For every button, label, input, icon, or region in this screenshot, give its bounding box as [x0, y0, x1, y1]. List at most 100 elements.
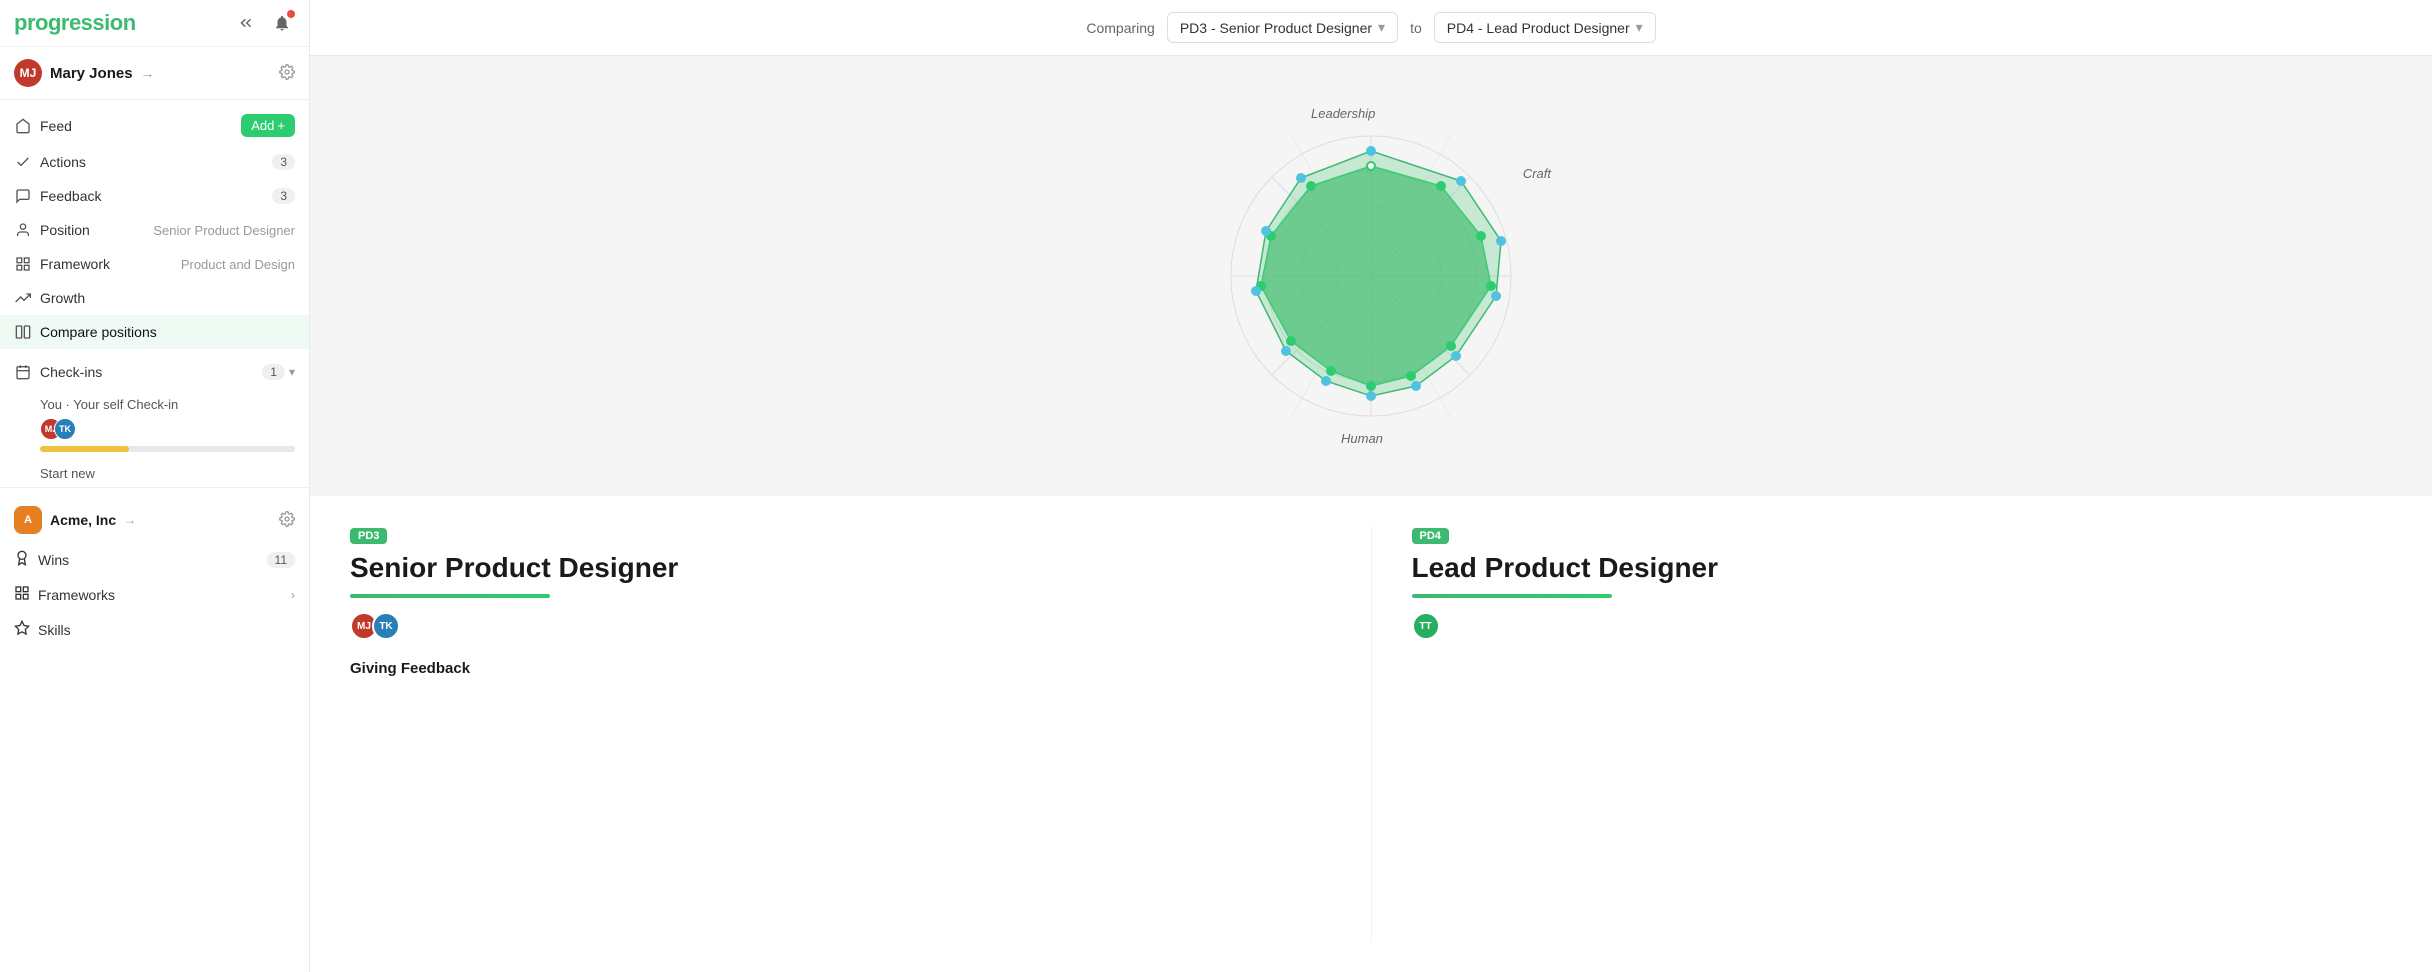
company-chevron-icon: →	[124, 513, 136, 527]
comparison-col-left: PD3 Senior Product Designer MJ TK Giving…	[350, 526, 1371, 942]
checkins-icon	[14, 363, 32, 381]
top-bar: Comparing PD3 - Senior Product Designer …	[310, 0, 2432, 56]
checkins-section: Check-ins 1 ▾ You · Your self Check-in M…	[0, 355, 309, 487]
checkins-header[interactable]: Check-ins 1 ▾	[0, 355, 309, 389]
right-position-progress	[1412, 594, 1612, 598]
left-avatar-2: TK	[372, 612, 400, 640]
right-position-title: Lead Product Designer	[1412, 552, 2393, 584]
position-label: Position	[40, 222, 90, 238]
radar-label-leadership: Leadership	[1311, 106, 1375, 121]
skills-label: Skills	[38, 622, 71, 638]
sidebar-item-framework[interactable]: Framework Product and Design	[0, 247, 309, 281]
right-select-value: PD4 - Lead Product Designer	[1447, 20, 1630, 36]
left-select-value: PD3 - Senior Product Designer	[1180, 20, 1372, 36]
sidebar-item-feedback[interactable]: Feedback 3	[0, 179, 309, 213]
user-settings-icon[interactable]	[279, 64, 295, 83]
radar-label-craft: Craft	[1523, 166, 1551, 181]
radar-label-human: Human	[1341, 431, 1383, 446]
growth-icon	[14, 289, 32, 307]
company-name: Acme, Inc	[50, 512, 116, 528]
company-nav-skills[interactable]: Skills	[0, 612, 309, 647]
left-position-progress	[350, 594, 550, 598]
radar-svg	[1181, 86, 1561, 466]
left-select-chevron-icon: ▾	[1378, 19, 1385, 36]
checkin-title: You · Your self Check-in	[40, 397, 295, 412]
user-section[interactable]: MJ Mary Jones →	[0, 47, 309, 100]
position-sub-label: Senior Product Designer	[153, 223, 295, 238]
right-avatar-1: TT	[1412, 612, 1440, 640]
position-icon	[14, 221, 32, 239]
checkin-avatars: MJ TK	[40, 418, 295, 440]
sidebar-item-actions[interactable]: Actions 3	[0, 145, 309, 179]
wins-badge: 11	[267, 552, 295, 568]
feedback-icon	[14, 187, 32, 205]
logo-text: progression	[14, 10, 136, 36]
left-position-title: Senior Product Designer	[350, 552, 1331, 584]
growth-label: Growth	[40, 290, 85, 306]
user-name: Mary Jones	[50, 65, 133, 82]
checkin-progress-bg	[40, 446, 295, 452]
actions-icon	[14, 153, 32, 171]
actions-badge: 3	[272, 154, 295, 170]
right-select-chevron-icon: ▾	[1636, 19, 1643, 36]
right-level-badge: PD4	[1412, 528, 1449, 544]
framework-icon	[14, 255, 32, 273]
nav-section: Feed Add + Actions 3	[0, 100, 309, 355]
wins-icon	[14, 550, 30, 569]
avatar: MJ	[14, 59, 42, 87]
skills-icon	[14, 620, 30, 639]
user-info: MJ Mary Jones →	[14, 59, 155, 87]
framework-sub-label: Product and Design	[181, 257, 295, 272]
add-button[interactable]: Add +	[241, 114, 295, 137]
framework-label: Framework	[40, 256, 110, 272]
company-settings-icon[interactable]	[279, 511, 295, 530]
wins-label: Wins	[38, 552, 69, 568]
logo: progression	[14, 10, 136, 36]
sidebar-item-feed[interactable]: Feed Add +	[0, 106, 309, 145]
sidebar-header-icons	[233, 10, 295, 36]
checkins-label: Check-ins	[40, 364, 102, 380]
left-position-avatars: MJ TK	[350, 612, 1331, 640]
compare-icon	[14, 323, 32, 341]
left-level-badge: PD3	[350, 528, 387, 544]
feed-icon	[14, 117, 32, 135]
feedback-label: Feedback	[40, 188, 101, 204]
frameworks-chevron-icon: ›	[291, 588, 295, 602]
comparing-label: Comparing	[1086, 20, 1154, 36]
company-avatar: A	[14, 506, 42, 534]
notification-dot	[287, 10, 295, 18]
company-section: A Acme, Inc → Wins 11	[0, 487, 309, 647]
checkin-item[interactable]: You · Your self Check-in MJ TK	[0, 389, 309, 460]
company-header: A Acme, Inc →	[0, 498, 309, 542]
to-label: to	[1410, 20, 1422, 36]
radar-area: Leadership Craft Human	[310, 56, 2432, 496]
right-position-avatars: TT	[1412, 612, 2393, 640]
company-nav-wins[interactable]: Wins 11	[0, 542, 309, 577]
checkin-progress-fill	[40, 446, 129, 452]
feedback-badge: 3	[272, 188, 295, 204]
comparison-section: PD3 Senior Product Designer MJ TK Giving…	[310, 496, 2432, 972]
collapse-button[interactable]	[233, 10, 259, 36]
sidebar: progression MJ Mary Jones →	[0, 0, 310, 972]
sidebar-item-position[interactable]: Position Senior Product Designer	[0, 213, 309, 247]
company-nav-frameworks[interactable]: Frameworks ›	[0, 577, 309, 612]
radar-chart: Leadership Craft Human	[1181, 86, 1561, 466]
feed-label: Feed	[40, 118, 72, 134]
notifications-button[interactable]	[269, 10, 295, 36]
sidebar-item-growth[interactable]: Growth	[0, 281, 309, 315]
main-content: Comparing PD3 - Senior Product Designer …	[310, 0, 2432, 972]
checkins-chevron-icon: ▾	[289, 365, 295, 379]
company-info[interactable]: A Acme, Inc →	[14, 506, 136, 534]
actions-label: Actions	[40, 154, 86, 170]
start-new-link[interactable]: Start new	[0, 460, 309, 487]
compare-label: Compare positions	[40, 324, 157, 340]
sidebar-header: progression	[0, 0, 309, 47]
sidebar-item-compare[interactable]: Compare positions	[0, 315, 309, 349]
user-chevron-icon: →	[141, 65, 155, 81]
comparison-col-right: PD4 Lead Product Designer TT	[1371, 526, 2393, 942]
checkin-avatar-2: TK	[54, 418, 76, 440]
left-select[interactable]: PD3 - Senior Product Designer ▾	[1167, 12, 1398, 43]
frameworks-label: Frameworks	[38, 587, 115, 603]
right-select[interactable]: PD4 - Lead Product Designer ▾	[1434, 12, 1656, 43]
left-section-label: Giving Feedback	[350, 660, 1331, 677]
